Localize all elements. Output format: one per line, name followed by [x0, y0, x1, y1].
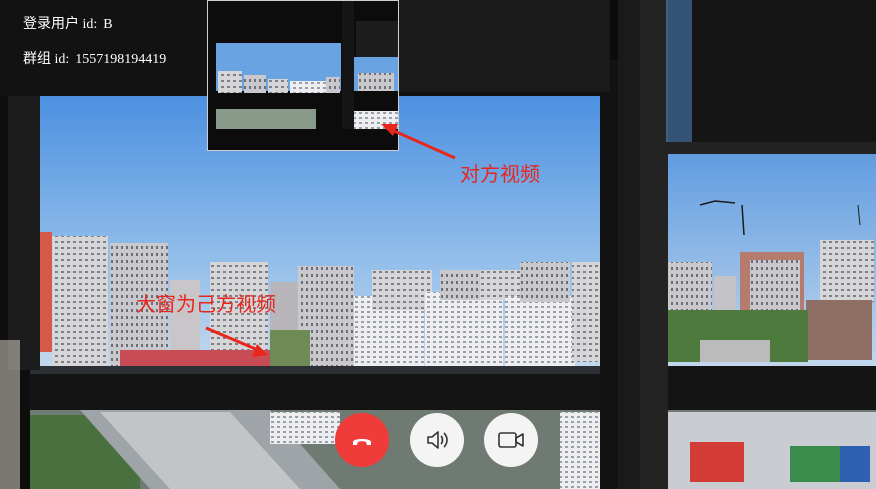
video-call-screen: 登录用户 id: B 群组 id: 1557198194419 对方视频 大窗为己方… [0, 0, 876, 489]
annotation-big-window: 大窗为己方视频 [136, 292, 276, 316]
video-camera-icon [498, 432, 524, 448]
speaker-icon [427, 431, 448, 449]
group-id-label: 群组 id: [23, 52, 70, 67]
remote-video-preview[interactable] [207, 0, 399, 151]
group-id-row: 群组 id: 1557198194419 [23, 51, 166, 69]
session-info: 登录用户 id: B 群组 id: 1557198194419 [23, 16, 166, 86]
annotation-remote-video: 对方视频 [460, 162, 540, 186]
phone-hangup-icon [353, 439, 371, 445]
camera-button[interactable] [484, 413, 538, 467]
hangup-button[interactable] [335, 413, 389, 467]
speaker-button[interactable] [410, 413, 464, 467]
user-id-label: 登录用户 id: [23, 17, 98, 32]
user-id-row: 登录用户 id: B [23, 16, 166, 34]
user-id-value: B [103, 17, 113, 32]
group-id-value: 1557198194419 [75, 52, 167, 67]
